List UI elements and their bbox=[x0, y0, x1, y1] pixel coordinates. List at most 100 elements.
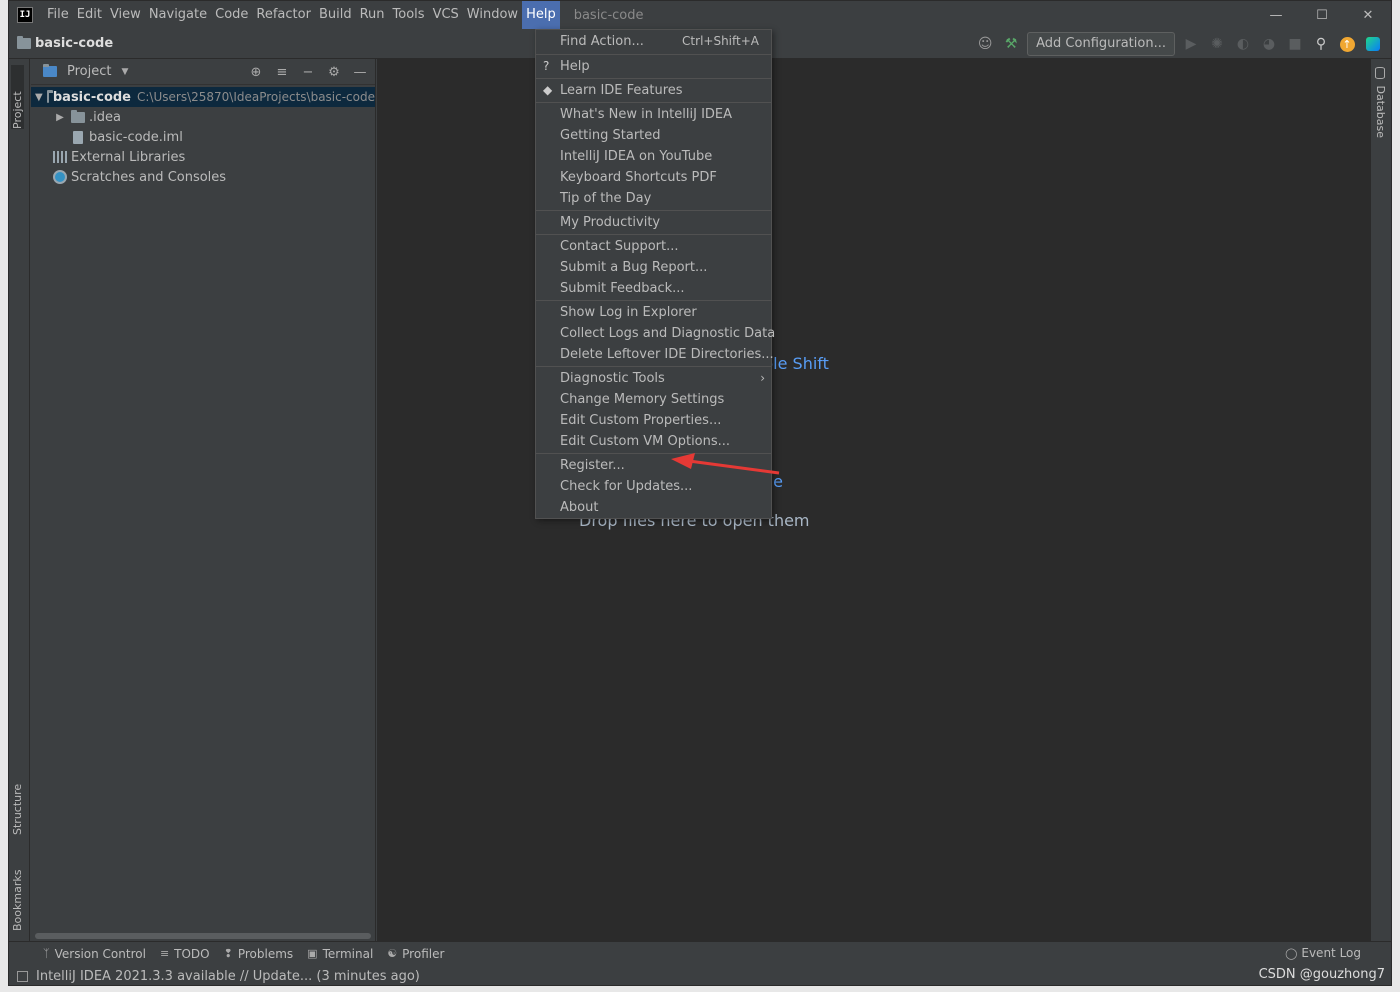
chevron-down-icon[interactable]: ▼ bbox=[35, 92, 43, 103]
menu-item-label: Change Memory Settings bbox=[560, 392, 725, 407]
event-log-tab[interactable]: ◯ Event Log bbox=[1285, 946, 1361, 960]
right-tool-strip: Database bbox=[1370, 59, 1391, 941]
menu-item-label: Edit Custom VM Options... bbox=[560, 434, 731, 449]
terminal-tab[interactable]: ▣ Terminal bbox=[307, 947, 373, 961]
menu-code[interactable]: Code bbox=[211, 1, 252, 29]
locate-icon[interactable]: ⊕ bbox=[247, 62, 265, 82]
chevron-down-icon[interactable]: ▼ bbox=[121, 67, 128, 77]
menu-item-about[interactable]: About bbox=[536, 497, 771, 518]
menu-run[interactable]: Run bbox=[356, 1, 389, 29]
problems-tab[interactable]: ❢ Problems bbox=[224, 947, 294, 961]
database-tab-label: Database bbox=[1374, 85, 1387, 139]
chevron-right-icon[interactable]: ▶ bbox=[53, 112, 67, 123]
menu-item-submit-bug[interactable]: Submit a Bug Report... bbox=[536, 257, 771, 278]
menu-item-submit-feedback[interactable]: Submit Feedback... bbox=[536, 278, 771, 299]
menu-view[interactable]: View bbox=[106, 1, 145, 29]
list-icon: ≡ bbox=[159, 947, 170, 960]
menu-item-change-memory[interactable]: Change Memory Settings bbox=[536, 389, 771, 410]
stop-icon[interactable]: ■ bbox=[1285, 33, 1305, 55]
search-icon[interactable]: ⚲ bbox=[1311, 33, 1331, 55]
horizontal-scrollbar[interactable] bbox=[35, 933, 371, 939]
plugin-logo-icon[interactable] bbox=[1363, 33, 1383, 55]
todo-tab[interactable]: ≡ TODO bbox=[160, 947, 210, 961]
menu-item-help[interactable]: ? Help bbox=[536, 56, 771, 77]
hide-icon[interactable]: — bbox=[351, 62, 369, 82]
minimize-button[interactable]: — bbox=[1253, 1, 1299, 29]
menu-separator bbox=[536, 102, 771, 103]
menu-item-keyboard-shortcuts[interactable]: Keyboard Shortcuts PDF bbox=[536, 167, 771, 188]
terminal-label: Terminal bbox=[322, 946, 374, 961]
menu-file[interactable]: File bbox=[43, 1, 73, 29]
menu-item-collect-logs[interactable]: Collect Logs and Diagnostic Data bbox=[536, 323, 775, 344]
collapse-all-icon[interactable]: − bbox=[299, 62, 317, 82]
gear-icon[interactable]: ⚙ bbox=[325, 62, 343, 82]
library-icon bbox=[53, 151, 67, 163]
tree-item-scratches[interactable]: Scratches and Consoles bbox=[31, 167, 375, 187]
run-icon[interactable]: ▶ bbox=[1181, 33, 1201, 55]
menu-navigate[interactable]: Navigate bbox=[145, 1, 211, 29]
profile-icon[interactable]: ◕ bbox=[1259, 33, 1279, 55]
build-hammer-icon[interactable]: ⚒ bbox=[1001, 33, 1021, 55]
menu-item-learn-ide-features[interactable]: ◆ Learn IDE Features bbox=[536, 80, 771, 101]
tree-item-external-libraries[interactable]: External Libraries bbox=[31, 147, 375, 167]
menu-item-show-log[interactable]: Show Log in Explorer bbox=[536, 302, 771, 323]
menu-item-diagnostic-tools[interactable]: Diagnostic Tools › bbox=[536, 368, 771, 389]
folder-icon bbox=[71, 109, 85, 123]
project-view-selector[interactable]: Project bbox=[67, 64, 111, 79]
menu-item-contact-support[interactable]: Contact Support... bbox=[536, 236, 771, 257]
folder-icon bbox=[17, 36, 31, 49]
menu-item-check-updates[interactable]: Check for Updates... bbox=[536, 476, 771, 497]
database-tool-tab[interactable]: Database bbox=[1374, 67, 1387, 138]
menu-item-label: Register... bbox=[560, 458, 625, 473]
tree-item-iml[interactable]: basic-code.iml bbox=[31, 127, 375, 147]
menu-item-delete-leftover[interactable]: Delete Leftover IDE Directories... bbox=[536, 344, 774, 365]
status-message[interactable]: IntelliJ IDEA 2021.3.3 available // Upda… bbox=[36, 969, 420, 984]
expand-all-icon[interactable]: ≡ bbox=[273, 62, 291, 82]
tool-window-bar: ᛉ Version Control ≡ TODO ❢ Problems ▣ Te… bbox=[9, 941, 1391, 965]
close-button[interactable]: ✕ bbox=[1345, 1, 1391, 29]
menu-separator bbox=[536, 54, 771, 55]
profiler-tab[interactable]: ☯ Profiler bbox=[387, 947, 444, 961]
menu-item-youtube[interactable]: IntelliJ IDEA on YouTube bbox=[536, 146, 771, 167]
iml-file-icon bbox=[73, 130, 83, 144]
menu-build[interactable]: Build bbox=[315, 1, 356, 29]
menu-refactor[interactable]: Refactor bbox=[252, 1, 315, 29]
chevron-right-icon: › bbox=[760, 371, 765, 385]
menu-item-edit-custom-properties[interactable]: Edit Custom Properties... bbox=[536, 410, 771, 431]
add-configuration-button[interactable]: Add Configuration... bbox=[1027, 32, 1175, 56]
menu-item-getting-started[interactable]: Getting Started bbox=[536, 125, 771, 146]
menu-separator bbox=[536, 234, 771, 235]
breadcrumb-project[interactable]: basic-code bbox=[35, 36, 113, 51]
tree-item-basic-code[interactable]: ▼ basic-code C:\Users\25870\IdeaProjects… bbox=[31, 87, 375, 107]
menu-item-label: Tip of the Day bbox=[560, 191, 652, 206]
menu-tools[interactable]: Tools bbox=[389, 1, 429, 29]
project-panel: Project ▼ ⊕ ≡ − ⚙ — ▼ basic-code C:\User… bbox=[31, 59, 376, 941]
maximize-button[interactable]: ☐ bbox=[1299, 1, 1345, 29]
annotation-arrow-icon bbox=[671, 453, 780, 475]
version-control-tab[interactable]: ᛉ Version Control bbox=[43, 947, 146, 961]
user-icon[interactable]: ☺ bbox=[975, 33, 995, 55]
update-icon[interactable]: ↑ bbox=[1337, 33, 1357, 55]
menu-item-whats-new[interactable]: What's New in IntelliJ IDEA bbox=[536, 104, 771, 125]
menu-window[interactable]: Window bbox=[463, 1, 522, 29]
debug-icon[interactable]: ✺ bbox=[1207, 33, 1227, 55]
menu-item-label: Check for Updates... bbox=[560, 479, 693, 494]
menu-item-my-productivity[interactable]: My Productivity bbox=[536, 212, 771, 233]
menu-edit[interactable]: Edit bbox=[73, 1, 106, 29]
menu-vcs[interactable]: VCS bbox=[429, 1, 463, 29]
project-panel-header: Project ▼ ⊕ ≡ − ⚙ — bbox=[31, 59, 375, 85]
coverage-icon[interactable]: ◐ bbox=[1233, 33, 1253, 55]
project-tool-tab[interactable]: Project bbox=[11, 65, 24, 129]
terminal-icon: ▣ bbox=[307, 947, 318, 960]
toggle-tool-windows-icon[interactable] bbox=[17, 970, 28, 982]
bookmarks-tool-tab[interactable]: Bookmarks bbox=[11, 851, 24, 931]
breadcrumb[interactable]: basic-code bbox=[17, 36, 113, 51]
menu-item-find-action[interactable]: Find Action... Ctrl+Shift+A bbox=[536, 30, 771, 53]
graduation-cap-icon: ◆ bbox=[543, 83, 553, 97]
structure-tool-tab[interactable]: Structure bbox=[11, 765, 24, 835]
info-icon: ❢ bbox=[223, 947, 233, 960]
menu-help[interactable]: Help bbox=[522, 1, 560, 29]
database-icon bbox=[1375, 67, 1385, 79]
menu-item-tip-of-the-day[interactable]: Tip of the Day bbox=[536, 188, 771, 209]
tree-item-idea[interactable]: ▶ .idea bbox=[31, 107, 375, 127]
